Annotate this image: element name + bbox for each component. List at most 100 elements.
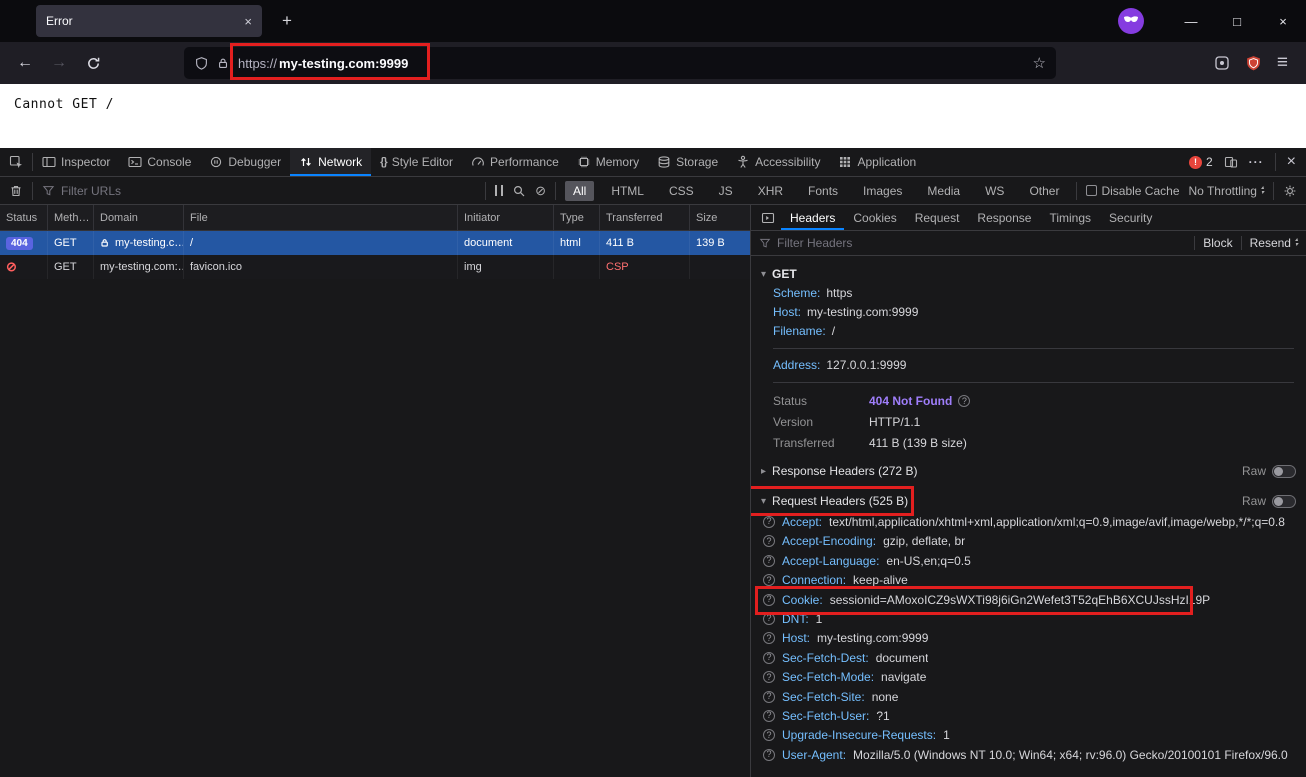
help-icon[interactable]: ? (763, 516, 775, 528)
help-icon[interactable]: ? (763, 690, 775, 703)
filter-pill-css[interactable]: CSS (661, 181, 702, 201)
url-bar[interactable]: https:// my-testing.com:9999 ☆ (184, 43, 1056, 80)
filter-pill-js[interactable]: JS (711, 181, 741, 201)
responsive-design-icon[interactable] (1224, 155, 1238, 169)
help-icon[interactable]: ? (763, 729, 775, 742)
header-name[interactable]: DNT: (782, 610, 809, 629)
column-size[interactable]: Size (690, 205, 750, 230)
filter-pill-ws[interactable]: WS (977, 181, 1012, 201)
new-tab-button[interactable]: + (272, 6, 302, 36)
help-icon[interactable]: ? (763, 554, 775, 567)
maximize-button[interactable]: □ (1214, 0, 1260, 42)
network-request-row[interactable]: ⊘ GET my-testing.com:… favicon.ico img C… (0, 255, 750, 279)
forward-button[interactable]: → (44, 48, 74, 78)
extension-icon[interactable] (1214, 55, 1230, 71)
column-initiator[interactable]: Initiator (458, 205, 554, 230)
filter-pill-xhr[interactable]: XHR (750, 181, 791, 201)
devtools-options-icon[interactable]: ··· (1249, 155, 1264, 169)
filter-pill-fonts[interactable]: Fonts (800, 181, 846, 201)
shield-icon[interactable] (194, 56, 209, 71)
panel-toggle-icon[interactable] (755, 205, 781, 230)
filter-pill-images[interactable]: Images (855, 181, 910, 201)
devtools-tab-debugger[interactable]: Debugger (200, 148, 290, 176)
header-name[interactable]: Sec-Fetch-Dest: (782, 649, 869, 668)
bookmark-star-icon[interactable]: ☆ (1033, 54, 1046, 72)
column-domain[interactable]: Domain (94, 205, 184, 230)
column-method[interactable]: Meth… (48, 205, 94, 230)
header-name[interactable]: Sec-Fetch-Mode: (782, 668, 874, 687)
details-tab-timings[interactable]: Timings (1040, 205, 1100, 230)
help-icon[interactable]: ? (763, 748, 775, 761)
devtools-tab-style-editor[interactable]: {} Style Editor (371, 148, 462, 176)
devtools-tab-inspector[interactable]: Inspector (33, 148, 119, 176)
block-requests-icon[interactable]: ⊘ (535, 183, 546, 199)
network-request-row[interactable]: 404 GET my-testing.c… / document html 41… (0, 231, 750, 255)
header-name[interactable]: Host: (782, 629, 810, 648)
devtools-tab-network[interactable]: Network (290, 148, 372, 176)
tab-close-icon[interactable]: × (244, 14, 252, 29)
filter-pill-html[interactable]: HTML (603, 181, 652, 201)
close-window-button[interactable]: × (1260, 0, 1306, 42)
help-icon[interactable]: ? (763, 593, 775, 606)
help-icon[interactable]: ? (763, 671, 775, 684)
request-summary-toggle[interactable]: ▾ GET (751, 264, 1306, 284)
header-name[interactable]: Upgrade-Insecure-Requests: (782, 726, 936, 745)
help-icon[interactable]: ? (763, 710, 775, 723)
raw-toggle[interactable] (1272, 494, 1296, 508)
help-icon[interactable]: ? (763, 574, 775, 587)
filter-urls-input[interactable]: Filter URLs (42, 184, 476, 198)
devtools-tab-application[interactable]: Application (829, 148, 925, 176)
help-icon[interactable]: ? (763, 632, 775, 645)
help-icon[interactable]: ? (763, 613, 775, 626)
block-button[interactable]: Block (1203, 236, 1232, 250)
network-settings-gear-icon[interactable] (1283, 184, 1297, 198)
filter-pill-media[interactable]: Media (919, 181, 968, 201)
devtools-tab-memory[interactable]: Memory (568, 148, 648, 176)
disable-cache-checkbox[interactable]: Disable Cache (1086, 184, 1180, 198)
pick-element-icon[interactable] (0, 148, 32, 176)
details-tab-request[interactable]: Request (906, 205, 969, 230)
ublock-icon[interactable] (1245, 55, 1262, 72)
reload-button[interactable] (78, 48, 108, 78)
menu-button[interactable]: ≡ (1277, 52, 1288, 74)
help-icon[interactable]: ? (763, 535, 775, 548)
error-count-badge[interactable]: ! 2 (1188, 155, 1213, 169)
details-tab-cookies[interactable]: Cookies (844, 205, 905, 230)
header-name[interactable]: Accept: (782, 513, 822, 532)
search-icon[interactable] (512, 184, 526, 198)
details-tab-headers[interactable]: Headers (781, 205, 845, 230)
response-headers-section[interactable]: ▸ Response Headers (272 B) Raw (751, 459, 1306, 483)
header-name[interactable]: Sec-Fetch-User: (782, 707, 869, 726)
column-file[interactable]: File (184, 205, 458, 230)
details-tab-response[interactable]: Response (968, 205, 1040, 230)
header-name[interactable]: User-Agent: (782, 746, 846, 765)
filter-headers-input[interactable]: Filter Headers (759, 236, 1186, 250)
help-icon[interactable]: ? (763, 651, 775, 664)
header-name[interactable]: Accept-Encoding: (782, 532, 876, 551)
resend-button[interactable]: Resend ▴ ▾ (1250, 236, 1298, 250)
browser-tab[interactable]: Error × (36, 5, 262, 37)
throttling-dropdown[interactable]: No Throttling ▴ ▾ (1189, 184, 1265, 198)
header-name[interactable]: Sec-Fetch-Site: (782, 688, 865, 707)
details-tab-security[interactable]: Security (1100, 205, 1161, 230)
devtools-tab-performance[interactable]: Performance (462, 148, 568, 176)
header-name[interactable]: Cookie: (782, 591, 823, 610)
pause-icon[interactable] (495, 185, 504, 196)
back-button[interactable]: ← (10, 48, 40, 78)
help-icon[interactable]: ? (958, 394, 971, 407)
devtools-tab-console[interactable]: Console (119, 148, 200, 176)
header-name[interactable]: Accept-Language: (782, 552, 879, 571)
column-transferred[interactable]: Transferred (600, 205, 690, 230)
request-headers-section[interactable]: ▾ Request Headers (525 B) Raw (751, 486, 1306, 516)
lock-icon[interactable] (217, 57, 230, 70)
minimize-button[interactable]: — (1168, 0, 1214, 42)
devtools-tab-storage[interactable]: Storage (648, 148, 727, 176)
clear-requests-icon[interactable] (9, 184, 23, 198)
column-status[interactable]: Status (0, 205, 48, 230)
devtools-close-icon[interactable]: × (1287, 153, 1296, 171)
header-name[interactable]: Connection: (782, 571, 846, 590)
filter-pill-all[interactable]: All (564, 180, 595, 201)
devtools-tab-accessibility[interactable]: Accessibility (727, 148, 829, 176)
column-type[interactable]: Type (554, 205, 600, 230)
filter-pill-other[interactable]: Other (1021, 181, 1067, 201)
